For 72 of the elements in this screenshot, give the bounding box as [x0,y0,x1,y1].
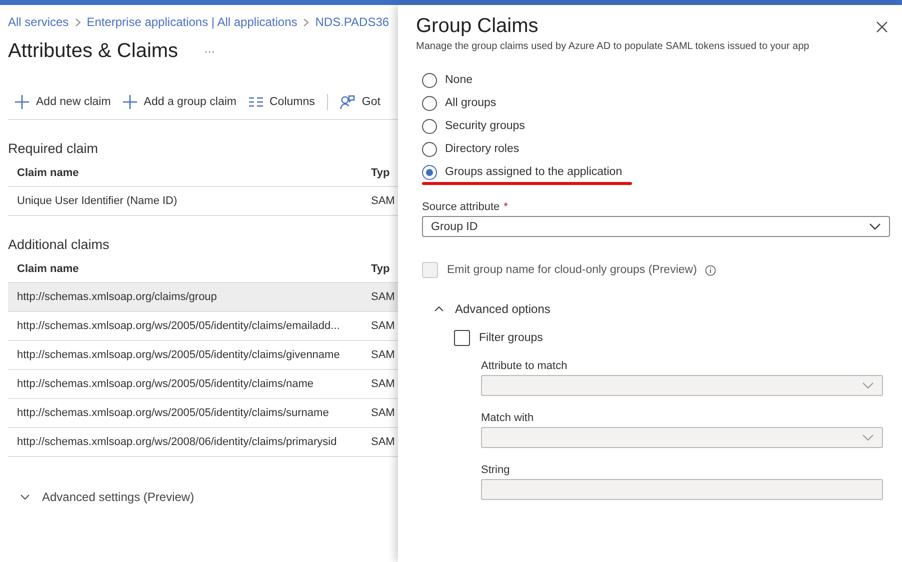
more-button[interactable]: ··· [200,46,220,58]
breadcrumb-link[interactable]: All services [8,15,69,29]
chevron-down-icon [869,223,881,230]
chevron-icon [434,306,444,312]
table-cell: SAM [371,378,395,390]
field-label: Source attribute [422,201,500,213]
column-header: Typ [371,166,390,178]
field-label: Attribute to match [481,360,568,372]
column-header: Claim name [17,262,80,274]
advanced-options-toggle[interactable]: Advanced options [434,302,550,316]
toolbar-button[interactable]: Columns [248,96,315,108]
checkbox[interactable] [454,330,470,346]
radio-button[interactable] [422,164,437,180]
toolbar-button[interactable]: Add a group claim [122,95,236,109]
radio-button[interactable] [422,96,437,110]
radio-option[interactable]: Groups assigned to the application [422,162,622,182]
checkbox-option[interactable]: Filter groups [454,330,543,346]
advanced-settings-toggle[interactable]: Advanced settings (Preview) [20,490,194,504]
column-header: Typ [371,262,390,274]
source-attribute-dropdown[interactable]: Group ID [422,216,890,237]
radio-option[interactable]: Directory roles [422,139,520,159]
breadcrumb-link[interactable]: Enterprise applications | All applications [86,15,298,29]
person-feedback-icon [340,94,355,110]
table-cell: SAM [371,320,395,332]
table-cell: SAM [371,407,395,419]
radio-option[interactable]: Security groups [422,116,525,136]
claim-row[interactable]: http://schemas.xmlsoap.org/ws/2005/05/identity/claims/emailadd... SAM [8,312,398,341]
required-mark: * [504,201,508,213]
chevron-right-icon [74,18,81,26]
section-heading: Additional claims [8,237,110,254]
table-cell-text: http://schemas.xmlsoap.org/ws/2005/05/identity/claims/surname [17,407,330,419]
table-cell-text: http://schemas.xmlsoap.org/ws/2005/05/identity/claims/name [17,378,315,390]
plus-icon [122,95,137,109]
breadcrumb-link[interactable]: NDS.PADS36 [315,15,390,29]
close-button[interactable] [874,18,890,34]
toolbar-button[interactable]: Add new claim [15,95,111,109]
field-label: String [481,464,511,476]
table-cell-text: http://schemas.xmlsoap.org/ws/2005/05/identity/claims/givenname [17,349,341,361]
chevron-icon [20,494,30,500]
radio-option[interactable]: All groups [422,93,496,113]
table-cell-text: http://schemas.xmlsoap.org/ws/2008/06/identity/claims/primarysid [17,436,338,448]
info-icon[interactable] [704,264,716,276]
chevron-right-icon [303,18,310,26]
table-cell: SAM [371,349,395,361]
chevron-down-icon [862,434,874,441]
panel-description: Manage the group claims used by Azure AD to populate SAML tokens issued to your app [416,41,810,52]
panel-title: Group Claims [416,15,538,38]
claim-row[interactable]: http://schemas.xmlsoap.org/claims/group SAM [8,283,398,312]
table-cell: SAM [371,195,395,207]
chevron-down-icon [862,382,874,389]
columns-icon [248,97,262,107]
table-cell-text: Unique User Identifier (Name ID) [17,195,178,207]
claim-row[interactable]: Unique User Identifier (Name ID) SAM [8,187,398,216]
table-cell-text: http://schemas.xmlsoap.org/ws/2005/05/identity/claims/emailadd... [17,320,341,332]
radio-option[interactable]: None [422,70,472,90]
claim-row[interactable]: http://schemas.xmlsoap.org/ws/2005/05/identity/claims/surname SAM [8,399,398,428]
field-label: Match with [481,412,535,424]
radio-button[interactable] [422,142,437,156]
radio-button[interactable] [422,118,437,134]
radio-button[interactable] [422,72,437,88]
table-cell-text: http://schemas.xmlsoap.org/claims/group [17,291,218,303]
claim-row[interactable]: http://schemas.xmlsoap.org/ws/2008/06/identity/claims/primarysid SAM [8,428,398,457]
table-cell: SAM [371,291,395,303]
claim-row[interactable]: http://schemas.xmlsoap.org/ws/2005/05/identity/claims/givenname SAM [8,341,398,370]
table-cell: SAM [371,436,395,448]
close-icon [876,20,888,32]
toolbar-button[interactable]: Got [340,94,380,110]
claim-row[interactable]: http://schemas.xmlsoap.org/ws/2005/05/identity/claims/name SAM [8,370,398,399]
section-heading: Required claim [8,141,100,158]
plus-icon [15,95,29,109]
column-header: Claim name [17,166,80,178]
page-title: Attributes & Claims [8,40,178,63]
